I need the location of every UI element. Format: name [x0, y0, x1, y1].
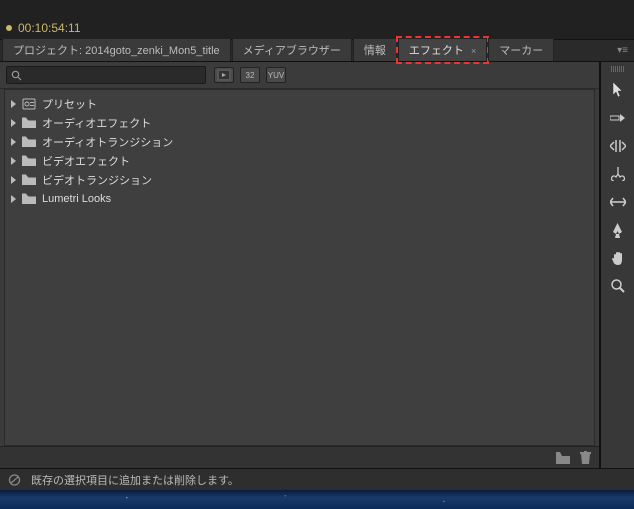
toolbar-grip-icon: [605, 66, 631, 72]
tab-markers[interactable]: マーカー: [488, 38, 554, 61]
search-icon: [11, 70, 22, 81]
effects-panel: 32 YUV プリセットオーディオエフェクトオーディオトランジションビデオエフェ…: [0, 62, 600, 468]
razor-icon: [611, 167, 625, 181]
preset-bin-icon: [22, 98, 36, 110]
tab-markers-label: マーカー: [499, 45, 543, 57]
filter-32bit-label: 32: [246, 71, 255, 80]
disclosure-triangle-icon[interactable]: [11, 119, 16, 127]
effects-search-input[interactable]: [26, 69, 201, 81]
tree-item[interactable]: オーディオトランジション: [5, 132, 594, 151]
disclosure-triangle-icon[interactable]: [11, 195, 16, 203]
tab-project[interactable]: プロジェクト: 2014goto_zenki_Mon5_title: [2, 38, 231, 61]
track-select-icon: [610, 112, 626, 124]
tree-item-label: オーディオエフェクト: [42, 115, 151, 131]
folder-icon: [22, 136, 36, 148]
ripple-edit-tool[interactable]: [607, 136, 629, 156]
effects-tree[interactable]: プリセットオーディオエフェクトオーディオトランジションビデオエフェクトビデオトラ…: [4, 89, 595, 446]
tree-item-label: ビデオエフェクト: [42, 153, 130, 169]
delete-button[interactable]: [580, 451, 591, 464]
filter-32bit-button[interactable]: 32: [240, 67, 260, 83]
slip-tool[interactable]: [607, 192, 629, 212]
status-warning-icon: [8, 474, 21, 486]
selection-tool[interactable]: [607, 80, 629, 100]
status-bar: 既存の選択項目に追加または削除します。: [0, 468, 634, 490]
trash-icon: [580, 451, 591, 464]
tree-item-label: Lumetri Looks: [42, 193, 111, 205]
filter-yuv-label: YUV: [268, 71, 284, 80]
effects-search-box[interactable]: [6, 66, 206, 84]
tab-project-label: プロジェクト: 2014goto_zenki_Mon5_title: [13, 45, 220, 57]
close-icon[interactable]: ×: [471, 46, 476, 56]
effects-panel-footer: [0, 446, 599, 468]
folder-icon: [22, 155, 36, 167]
panel-tab-strip: プロジェクト: 2014goto_zenki_Mon5_title メディアブラ…: [0, 40, 634, 62]
tree-item[interactable]: ビデオエフェクト: [5, 151, 594, 170]
tree-item-label: ビデオトランジション: [42, 172, 152, 188]
zoom-tool[interactable]: [607, 276, 629, 296]
effects-search-row: 32 YUV: [0, 62, 599, 89]
filter-accelerated-button[interactable]: [214, 67, 234, 83]
tab-info[interactable]: 情報: [353, 38, 397, 61]
tab-media-browser[interactable]: メディアブラウザー: [232, 38, 352, 61]
folder-icon: [556, 452, 570, 464]
filter-yuv-button[interactable]: YUV: [266, 67, 286, 83]
hand-tool[interactable]: [607, 248, 629, 268]
tab-effects-label: エフェクト: [409, 45, 464, 57]
ripple-icon: [610, 140, 626, 152]
tab-info-label: 情報: [364, 45, 386, 57]
folder-icon: [22, 193, 36, 205]
tree-item[interactable]: オーディオエフェクト: [5, 113, 594, 132]
tree-item-label: プリセット: [42, 96, 97, 112]
tree-item[interactable]: ビデオトランジション: [5, 170, 594, 189]
zoom-icon: [611, 279, 625, 293]
tree-item[interactable]: Lumetri Looks: [5, 189, 594, 208]
disclosure-triangle-icon[interactable]: [11, 138, 16, 146]
hand-icon: [611, 251, 625, 266]
pen-tool[interactable]: [607, 220, 629, 240]
timecode-bar: 00:10:54:11: [0, 0, 634, 40]
accelerated-fx-icon: [217, 69, 231, 81]
tree-item[interactable]: プリセット: [5, 94, 594, 113]
record-dot-icon: [6, 25, 12, 31]
slip-icon: [610, 197, 626, 207]
current-timecode: 00:10:54:11: [6, 21, 81, 35]
tab-effects[interactable]: エフェクト ×: [398, 38, 487, 61]
tab-media-browser-label: メディアブラウザー: [243, 45, 341, 57]
track-select-tool[interactable]: [607, 108, 629, 128]
disclosure-triangle-icon[interactable]: [11, 176, 16, 184]
status-text: 既存の選択項目に追加または削除します。: [31, 472, 239, 488]
folder-icon: [22, 174, 36, 186]
filter-icon-group: 32 YUV: [214, 67, 286, 83]
tree-item-label: オーディオトランジション: [42, 134, 173, 150]
panel-menu-button[interactable]: ▾≡: [611, 45, 634, 56]
razor-tool[interactable]: [607, 164, 629, 184]
folder-icon: [22, 117, 36, 129]
tools-toolbar: [600, 62, 634, 468]
desktop-background: [0, 490, 634, 509]
disclosure-triangle-icon[interactable]: [11, 157, 16, 165]
timecode-value: 00:10:54:11: [18, 21, 81, 35]
disclosure-triangle-icon[interactable]: [11, 100, 16, 108]
cursor-icon: [611, 82, 625, 98]
pen-icon: [611, 223, 624, 238]
new-bin-button[interactable]: [556, 452, 570, 464]
